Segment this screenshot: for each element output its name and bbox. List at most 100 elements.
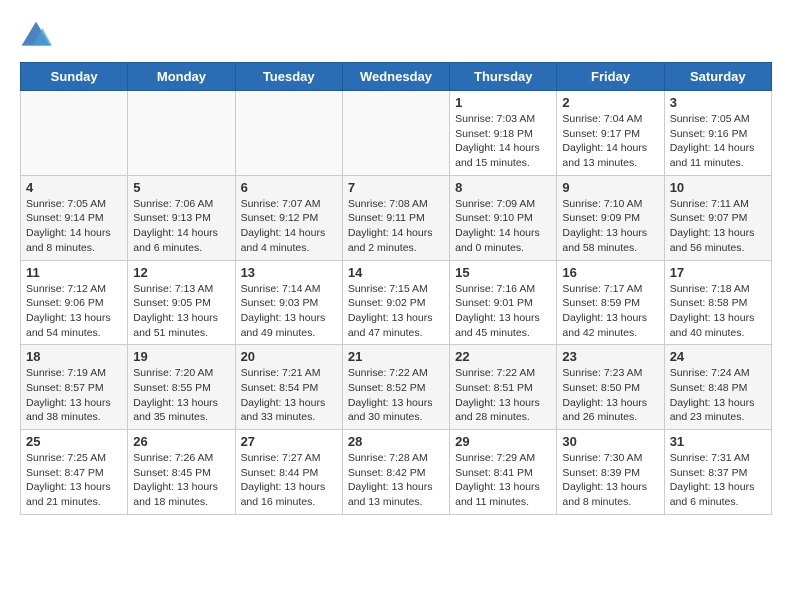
calendar-cell: 12 Sunrise: 7:13 AMSunset: 9:05 PMDayligh…: [128, 260, 235, 345]
day-number: 17: [670, 265, 766, 280]
day-info: Sunrise: 7:24 AMSunset: 8:48 PMDaylight:…: [670, 366, 766, 425]
weekday-header-wednesday: Wednesday: [342, 63, 449, 91]
day-info: Sunrise: 7:18 AMSunset: 8:58 PMDaylight:…: [670, 282, 766, 341]
calendar-cell: 3Sunrise: 7:05 AMSunset: 9:16 PMDaylight…: [664, 91, 771, 176]
week-row-4: 18 Sunrise: 7:19 AMSunset: 8:57 PMDayligh…: [21, 345, 772, 430]
day-number: 20: [241, 349, 337, 364]
calendar-cell: 15 Sunrise: 7:16 AMSunset: 9:01 PMDayligh…: [450, 260, 557, 345]
weekday-header-monday: Monday: [128, 63, 235, 91]
day-number: 23: [562, 349, 658, 364]
day-info: Sunrise: 7:19 AMSunset: 8:57 PMDaylight:…: [26, 366, 122, 425]
day-info: Sunrise: 7:21 AMSunset: 8:54 PMDaylight:…: [241, 366, 337, 425]
week-row-3: 11 Sunrise: 7:12 AMSunset: 9:06 PMDayligh…: [21, 260, 772, 345]
day-number: 15: [455, 265, 551, 280]
day-info: Sunrise: 7:16 AMSunset: 9:01 PMDaylight:…: [455, 282, 551, 341]
day-info: Sunrise: 7:26 AMSunset: 8:45 PMDaylight:…: [133, 451, 229, 510]
day-info: Sunrise: 7:09 AMSunset: 9:10 PMDaylight:…: [455, 197, 551, 256]
calendar-cell: [235, 91, 342, 176]
day-info: Sunrise: 7:29 AMSunset: 8:41 PMDaylight:…: [455, 451, 551, 510]
logo: [20, 20, 56, 52]
day-number: 19: [133, 349, 229, 364]
day-info: Sunrise: 7:25 AMSunset: 8:47 PMDaylight:…: [26, 451, 122, 510]
day-number: 24: [670, 349, 766, 364]
day-number: 29: [455, 434, 551, 449]
weekday-header-friday: Friday: [557, 63, 664, 91]
day-info: Sunrise: 7:10 AMSunset: 9:09 PMDaylight:…: [562, 197, 658, 256]
day-info: Sunrise: 7:07 AMSunset: 9:12 PMDaylight:…: [241, 197, 337, 256]
day-number: 2: [562, 95, 658, 110]
day-number: 13: [241, 265, 337, 280]
day-info: Sunrise: 7:04 AMSunset: 9:17 PMDaylight:…: [562, 112, 658, 171]
day-info: Sunrise: 7:08 AMSunset: 9:11 PMDaylight:…: [348, 197, 444, 256]
logo-icon: [20, 20, 52, 52]
day-number: 1: [455, 95, 551, 110]
week-row-2: 4Sunrise: 7:05 AMSunset: 9:14 PMDaylight…: [21, 175, 772, 260]
calendar-cell: 11 Sunrise: 7:12 AMSunset: 9:06 PMDayligh…: [21, 260, 128, 345]
day-number: 21: [348, 349, 444, 364]
calendar-cell: 5 Sunrise: 7:06 AMSunset: 9:13 PMDaylight…: [128, 175, 235, 260]
day-info: Sunrise: 7:22 AMSunset: 8:51 PMDaylight:…: [455, 366, 551, 425]
calendar-cell: 6Sunrise: 7:07 AMSunset: 9:12 PMDaylight…: [235, 175, 342, 260]
day-info: Sunrise: 7:14 AMSunset: 9:03 PMDaylight:…: [241, 282, 337, 341]
calendar-cell: [128, 91, 235, 176]
calendar-cell: 30Sunrise: 7:30 AMSunset: 8:39 PMDayligh…: [557, 430, 664, 515]
day-info: Sunrise: 7:17 AMSunset: 8:59 PMDaylight:…: [562, 282, 658, 341]
calendar-cell: 10Sunrise: 7:11 AMSunset: 9:07 PMDayligh…: [664, 175, 771, 260]
calendar-cell: 18 Sunrise: 7:19 AMSunset: 8:57 PMDayligh…: [21, 345, 128, 430]
calendar-cell: 4Sunrise: 7:05 AMSunset: 9:14 PMDaylight…: [21, 175, 128, 260]
day-info: Sunrise: 7:13 AMSunset: 9:05 PMDaylight:…: [133, 282, 229, 341]
calendar-cell: 7 Sunrise: 7:08 AMSunset: 9:11 PMDaylight…: [342, 175, 449, 260]
week-row-5: 25 Sunrise: 7:25 AMSunset: 8:47 PMDayligh…: [21, 430, 772, 515]
day-number: 27: [241, 434, 337, 449]
day-number: 30: [562, 434, 658, 449]
day-info: Sunrise: 7:03 AMSunset: 9:18 PMDaylight:…: [455, 112, 551, 171]
calendar-cell: 17 Sunrise: 7:18 AMSunset: 8:58 PMDayligh…: [664, 260, 771, 345]
day-number: 28: [348, 434, 444, 449]
calendar-cell: [342, 91, 449, 176]
calendar-cell: 27 Sunrise: 7:27 AMSunset: 8:44 PMDayligh…: [235, 430, 342, 515]
calendar-cell: 31Sunrise: 7:31 AMSunset: 8:37 PMDayligh…: [664, 430, 771, 515]
weekday-header-saturday: Saturday: [664, 63, 771, 91]
calendar-cell: 2 Sunrise: 7:04 AMSunset: 9:17 PMDaylight…: [557, 91, 664, 176]
day-number: 5: [133, 180, 229, 195]
calendar-cell: 25 Sunrise: 7:25 AMSunset: 8:47 PMDayligh…: [21, 430, 128, 515]
day-number: 10: [670, 180, 766, 195]
calendar-cell: 24 Sunrise: 7:24 AMSunset: 8:48 PMDayligh…: [664, 345, 771, 430]
day-info: Sunrise: 7:15 AMSunset: 9:02 PMDaylight:…: [348, 282, 444, 341]
day-number: 11: [26, 265, 122, 280]
day-info: Sunrise: 7:28 AMSunset: 8:42 PMDaylight:…: [348, 451, 444, 510]
day-number: 7: [348, 180, 444, 195]
calendar-cell: 22 Sunrise: 7:22 AMSunset: 8:51 PMDayligh…: [450, 345, 557, 430]
day-info: Sunrise: 7:20 AMSunset: 8:55 PMDaylight:…: [133, 366, 229, 425]
weekday-header-row: SundayMondayTuesdayWednesdayThursdayFrid…: [21, 63, 772, 91]
day-info: Sunrise: 7:05 AMSunset: 9:16 PMDaylight:…: [670, 112, 766, 171]
calendar-cell: 1 Sunrise: 7:03 AMSunset: 9:18 PMDaylight…: [450, 91, 557, 176]
weekday-header-sunday: Sunday: [21, 63, 128, 91]
calendar-cell: 29 Sunrise: 7:29 AMSunset: 8:41 PMDayligh…: [450, 430, 557, 515]
day-info: Sunrise: 7:06 AMSunset: 9:13 PMDaylight:…: [133, 197, 229, 256]
weekday-header-tuesday: Tuesday: [235, 63, 342, 91]
weekday-header-thursday: Thursday: [450, 63, 557, 91]
header: [20, 20, 772, 52]
calendar-cell: 20 Sunrise: 7:21 AMSunset: 8:54 PMDayligh…: [235, 345, 342, 430]
calendar-cell: 13 Sunrise: 7:14 AMSunset: 9:03 PMDayligh…: [235, 260, 342, 345]
calendar-cell: 8 Sunrise: 7:09 AMSunset: 9:10 PMDaylight…: [450, 175, 557, 260]
day-number: 18: [26, 349, 122, 364]
calendar-cell: 9 Sunrise: 7:10 AMSunset: 9:09 PMDaylight…: [557, 175, 664, 260]
day-number: 8: [455, 180, 551, 195]
calendar-cell: 26Sunrise: 7:26 AMSunset: 8:45 PMDayligh…: [128, 430, 235, 515]
week-row-1: 1 Sunrise: 7:03 AMSunset: 9:18 PMDaylight…: [21, 91, 772, 176]
calendar-cell: 19 Sunrise: 7:20 AMSunset: 8:55 PMDayligh…: [128, 345, 235, 430]
day-number: 25: [26, 434, 122, 449]
day-number: 12: [133, 265, 229, 280]
day-number: 22: [455, 349, 551, 364]
day-info: Sunrise: 7:27 AMSunset: 8:44 PMDaylight:…: [241, 451, 337, 510]
day-number: 9: [562, 180, 658, 195]
day-info: Sunrise: 7:12 AMSunset: 9:06 PMDaylight:…: [26, 282, 122, 341]
day-number: 4: [26, 180, 122, 195]
calendar-cell: 16Sunrise: 7:17 AMSunset: 8:59 PMDayligh…: [557, 260, 664, 345]
calendar-cell: 14 Sunrise: 7:15 AMSunset: 9:02 PMDayligh…: [342, 260, 449, 345]
day-number: 31: [670, 434, 766, 449]
day-info: Sunrise: 7:22 AMSunset: 8:52 PMDaylight:…: [348, 366, 444, 425]
day-number: 14: [348, 265, 444, 280]
